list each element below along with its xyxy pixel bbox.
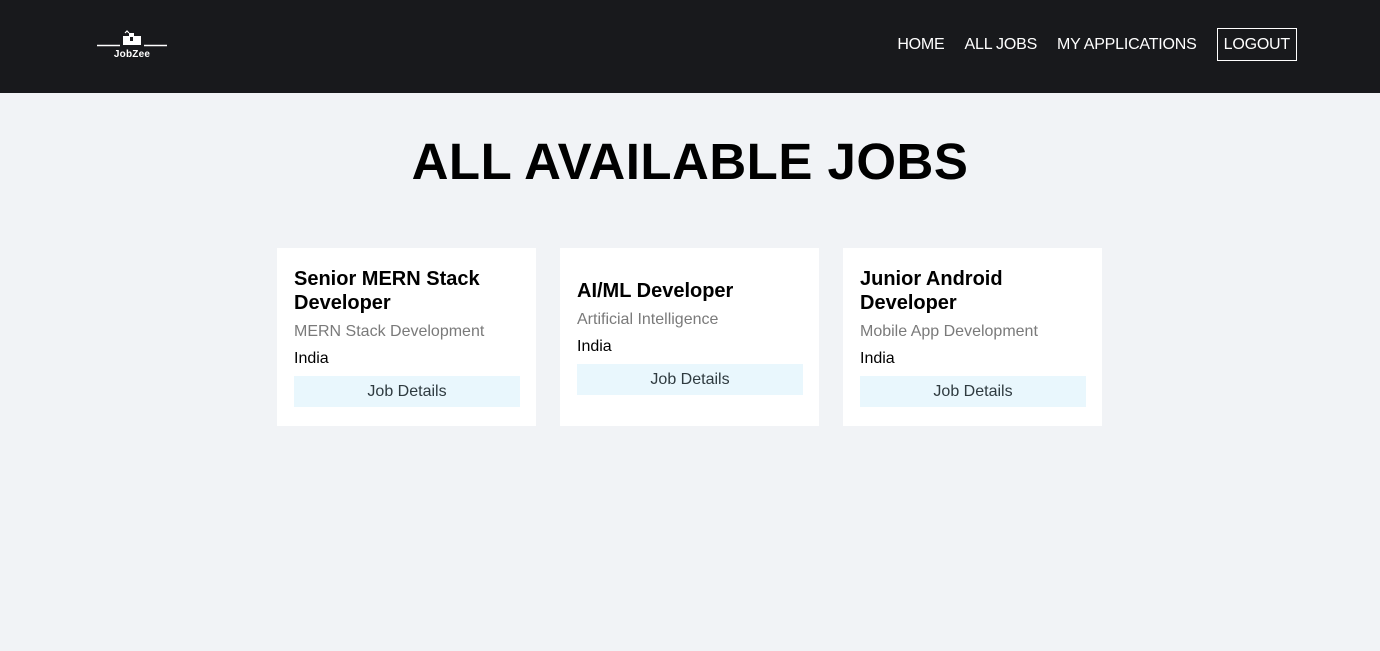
job-title: Junior Android Developer (860, 268, 1003, 314)
logout-button[interactable]: LOGOUT (1216, 28, 1297, 61)
job-title: Senior MERN Stack Developer (294, 268, 480, 314)
logo[interactable]: JobZee (96, 28, 168, 64)
job-category: Mobile App Development (860, 323, 1038, 340)
job-card: Junior Android Developer Mobile App Deve… (843, 248, 1102, 426)
navbar: JobZee HOME ALL JOBS MY APPLICATIONS LOG… (0, 0, 1380, 93)
job-country: India (577, 338, 612, 355)
nav-menu: HOME ALL JOBS MY APPLICATIONS LOGOUT (877, 28, 1297, 61)
job-country: India (860, 350, 895, 367)
page-title: ALL AVAILABLE JOBS (411, 133, 969, 190)
job-title: AI/ML Developer (577, 280, 734, 302)
job-details-button[interactable]: Job Details (294, 376, 520, 407)
nav-home-link[interactable]: HOME (897, 36, 944, 54)
nav-my-applications-link[interactable]: MY APPLICATIONS (1057, 36, 1197, 54)
job-category: Artificial Intelligence (577, 311, 719, 328)
job-details-button[interactable]: Job Details (577, 364, 803, 395)
brand-name: JobZee (113, 49, 151, 60)
job-card: AI/ML Developer Artificial Intelligence … (560, 248, 819, 426)
briefcase-icon (97, 30, 167, 47)
job-category: MERN Stack Development (294, 323, 485, 340)
job-cards-container: Senior MERN Stack Developer MERN Stack D… (277, 248, 1102, 426)
job-details-button[interactable]: Job Details (860, 376, 1086, 407)
job-country: India (294, 350, 329, 367)
job-card: Senior MERN Stack Developer MERN Stack D… (277, 248, 536, 426)
nav-all-jobs-link[interactable]: ALL JOBS (965, 36, 1038, 54)
